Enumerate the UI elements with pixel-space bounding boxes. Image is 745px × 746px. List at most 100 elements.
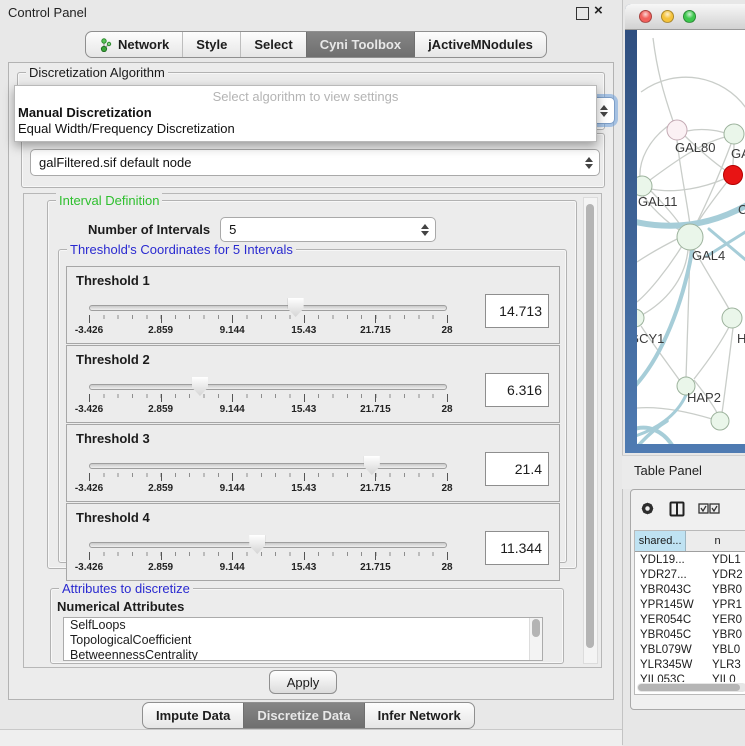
number-of-intervals-label: Number of Intervals <box>88 222 210 237</box>
network-node[interactable] <box>637 309 644 327</box>
apply-button[interactable]: Apply <box>269 670 337 694</box>
attribute-list-item[interactable]: SelfLoops <box>64 618 542 633</box>
major-tick <box>447 473 448 481</box>
interval-definition-group: Interval Definition Number of Intervals … <box>47 200 577 569</box>
network-edge[interactable] <box>722 328 733 413</box>
mac-zoom-button[interactable] <box>683 10 696 23</box>
threshold-value-field[interactable]: 14.713 <box>485 294 549 328</box>
slider-track[interactable] <box>89 305 447 311</box>
group-legend: Attributes to discretize <box>59 581 193 596</box>
tick-label: 28 <box>441 404 452 415</box>
split-columns-icon[interactable] <box>669 501 685 517</box>
tick-label: 2.859 <box>148 562 173 573</box>
bottom-strip <box>0 729 622 746</box>
scrollbar-thumb[interactable] <box>638 684 740 691</box>
table-data-value: galFiltered.sif default node <box>39 155 191 170</box>
tick-label: 15.43 <box>291 404 316 415</box>
scrollbar-thumb[interactable] <box>586 204 594 648</box>
threshold-slider[interactable]: -3.4262.8599.14415.4321.71528 <box>89 540 447 578</box>
tab-infer-network[interactable]: Infer Network <box>364 703 474 728</box>
network-node[interactable] <box>637 176 652 196</box>
network-node[interactable] <box>724 124 744 144</box>
network-edge[interactable] <box>653 38 673 121</box>
tick-label: 9.144 <box>220 325 245 336</box>
minor-ticks <box>89 315 447 319</box>
network-node[interactable] <box>667 120 687 140</box>
network-window-titlebar[interactable] <box>625 4 745 30</box>
number-of-intervals-combobox[interactable]: 5 <box>220 217 436 242</box>
table-row[interactable]: YBL079WYBL0 <box>635 642 745 657</box>
node-label: GAL80 <box>675 140 715 155</box>
slider-track[interactable] <box>89 542 447 548</box>
numerical-attributes-list[interactable]: SelfLoopsTopologicalCoefficientBetweenne… <box>63 617 543 661</box>
close-window-icon[interactable]: × <box>594 2 603 20</box>
dropdown-item-manual-discretization[interactable]: Manual Discretization <box>15 105 596 121</box>
dropdown-item-equal-width-frequency[interactable]: Equal Width/Frequency Discretization <box>15 121 596 137</box>
table-row[interactable]: YDR27...YDR2 <box>635 567 745 582</box>
major-tick <box>232 552 233 560</box>
network-edge[interactable] <box>637 246 682 302</box>
slider-track[interactable] <box>89 384 447 390</box>
cyni-bottom-tabbar: Impute Data Discretize Data Infer Networ… <box>142 702 475 729</box>
tab-cyni-toolbox[interactable]: Cyni Toolbox <box>306 32 414 57</box>
panel-vertical-scrollbar[interactable] <box>583 197 598 664</box>
threshold-value-field[interactable]: 11.344 <box>485 531 549 565</box>
select-columns-checkboxes-icon[interactable] <box>698 503 720 515</box>
network-canvas[interactable]: GAL80GACGAL11GAL4GCY1HHAP2 <box>637 30 745 444</box>
numerical-attributes-label: Numerical Attributes <box>57 599 184 614</box>
table-row[interactable]: YLR345WYLR3 <box>635 657 745 672</box>
attribute-list-item[interactable]: TopologicalCoefficient <box>64 633 542 648</box>
table-data-combobox[interactable]: galFiltered.sif default node <box>30 149 600 176</box>
network-node[interactable] <box>722 308 742 328</box>
tab-style[interactable]: Style <box>182 32 240 57</box>
tab-select[interactable]: Select <box>240 32 305 57</box>
slider-track[interactable] <box>89 463 447 469</box>
network-node[interactable] <box>724 166 743 185</box>
table-row[interactable]: YIL053CYIL0 <box>635 672 745 682</box>
threshold-value-field[interactable]: 21.4 <box>485 452 549 486</box>
network-edge[interactable] <box>687 130 725 133</box>
attributes-list-scrollbar[interactable] <box>529 618 542 660</box>
table-panel-bar: Table Panel <box>622 455 745 489</box>
group-legend: Discretization Algorithm <box>26 65 168 80</box>
table-row[interactable]: YER054CYER0 <box>635 612 745 627</box>
table-row[interactable]: YBR045CYBR0 <box>635 627 745 642</box>
tick-label: 28 <box>441 483 452 494</box>
major-tick <box>89 473 90 481</box>
minor-ticks <box>89 473 447 477</box>
table-row[interactable]: YBR043CYBR0 <box>635 582 745 597</box>
threshold-value-field[interactable]: 6.316 <box>485 373 549 407</box>
settings-gear-icon[interactable] <box>639 500 656 517</box>
column-header-name[interactable]: n <box>686 531 745 551</box>
network-canvas-svg: GAL80GACGAL11GAL4GCY1HHAP2 <box>637 30 745 444</box>
network-node[interactable] <box>711 412 729 430</box>
major-tick <box>232 394 233 402</box>
threshold-slider[interactable]: -3.4262.8599.14415.4321.71528 <box>89 382 447 420</box>
column-header-shared-name[interactable]: shared... <box>635 531 686 551</box>
number-of-intervals-value: 5 <box>229 222 236 237</box>
tab-discretize-data[interactable]: Discretize Data <box>243 703 363 728</box>
tab-network[interactable]: Network <box>86 32 182 57</box>
attribute-list-item[interactable]: BetweennessCentrality <box>64 648 542 661</box>
tab-jactivemnodules[interactable]: jActiveMNodules <box>414 32 546 57</box>
network-node[interactable] <box>677 224 703 250</box>
cell-name: YPR1 <box>707 599 742 611</box>
tick-label: 21.715 <box>360 562 391 573</box>
node-label: HAP2 <box>687 390 721 405</box>
network-edge[interactable] <box>641 77 745 108</box>
network-edge[interactable] <box>642 250 688 315</box>
mac-close-button[interactable] <box>639 10 652 23</box>
threshold-slider[interactable]: -3.4262.8599.14415.4321.71528 <box>89 303 447 341</box>
cell-shared-name: YBL079W <box>635 644 707 656</box>
table-horizontal-scrollbar[interactable] <box>637 683 745 692</box>
float-window-icon[interactable] <box>576 7 589 20</box>
major-tick <box>375 473 376 481</box>
threshold-slider[interactable]: -3.4262.8599.14415.4321.71528 <box>89 461 447 499</box>
network-edge[interactable] <box>694 327 729 379</box>
mac-minimize-button[interactable] <box>661 10 674 23</box>
tab-impute-data[interactable]: Impute Data <box>143 703 243 728</box>
thresholds-group: Threshold's Coordinates for 5 Intervals … <box>58 249 567 563</box>
scrollbar-thumb[interactable] <box>532 619 540 637</box>
table-row[interactable]: YDL19...YDL1 <box>635 552 745 567</box>
table-row[interactable]: YPR145WYPR1 <box>635 597 745 612</box>
